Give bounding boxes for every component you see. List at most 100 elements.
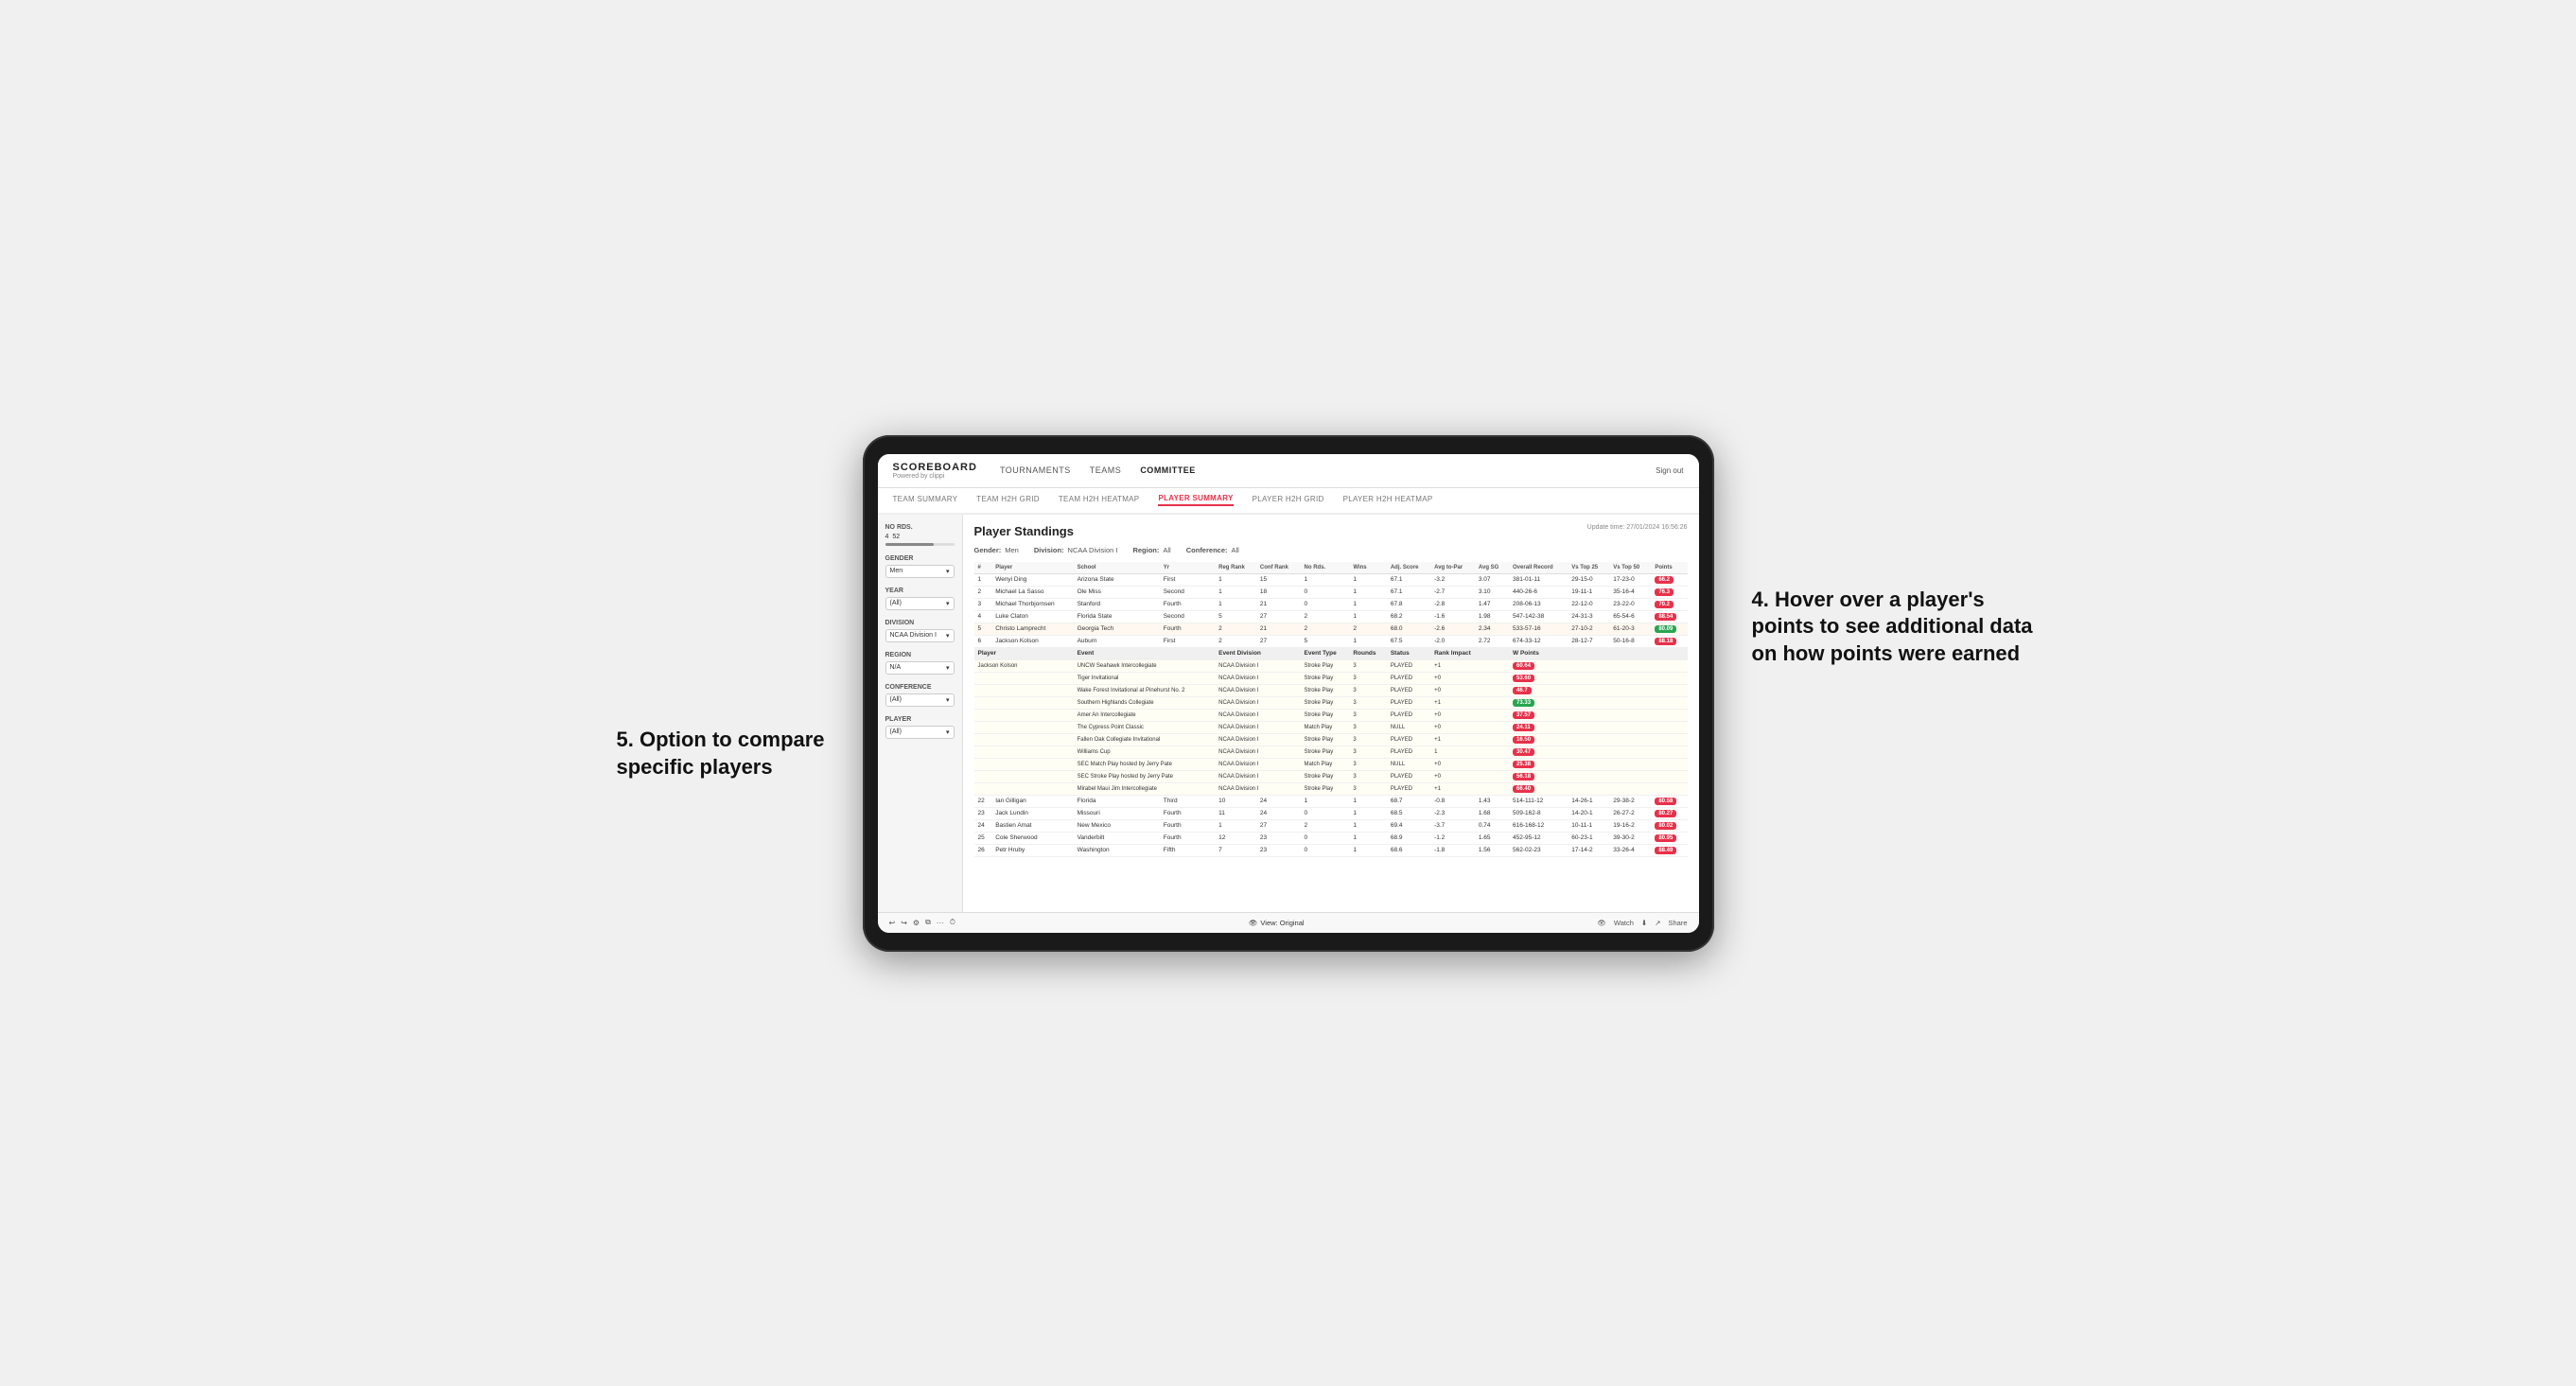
sidebar-conference-control[interactable]: (All) ▾ [885, 693, 955, 707]
share-icon: ↗ [1655, 919, 1660, 927]
col-yr: Yr [1160, 562, 1215, 574]
tooltip-w-points[interactable]: 16.50 [1513, 736, 1534, 744]
points-badge[interactable]: 76.3 [1655, 588, 1674, 596]
sign-out-link[interactable]: Sign out [1656, 466, 1683, 475]
tooltip-data-row: SEC Stroke Play hosted by Jerry Pate NCA… [974, 770, 1688, 782]
sub-nav-player-h2h-heatmap[interactable]: PLAYER H2H HEATMAP [1343, 495, 1433, 505]
view-label[interactable]: View: Original [1260, 919, 1304, 927]
nav-links: TOURNAMENTS TEAMS COMMITTEE [1000, 465, 1196, 475]
points-badge[interactable]: 70.2 [1655, 601, 1674, 608]
chevron-down-icon-year: ▾ [946, 600, 950, 607]
tooltip-w-points[interactable]: 25.38 [1513, 761, 1534, 768]
sidebar-region-label: Region [885, 652, 955, 658]
points-badge[interactable]: 88.49 [1655, 847, 1676, 854]
clock-icon[interactable]: ⏱ [950, 918, 955, 927]
tooltip-data-row: Amer An Intercollegiate NCAA Division I … [974, 709, 1688, 721]
points-badge[interactable]: 88.54 [1655, 613, 1676, 621]
settings-icon[interactable]: ⚙ [913, 919, 920, 927]
sub-nav-team-h2h-grid[interactable]: TEAM H2H GRID [976, 495, 1040, 505]
sidebar-year-control[interactable]: (All) ▾ [885, 597, 955, 610]
chevron-down-icon-division: ▾ [946, 632, 950, 640]
undo-icon[interactable]: ↩ [889, 919, 896, 927]
player-standings-table: # Player School Yr Reg Rank Conf Rank No… [974, 562, 1688, 857]
filters-row: Gender: Men Division: NCAA Division I Re… [974, 546, 1688, 554]
table-row-highlighted: 5 Christo Lamprecht Georgia Tech Fourth … [974, 623, 1688, 635]
no-rds-max: 52 [892, 534, 900, 540]
tooltip-w-points[interactable]: 37.57 [1513, 711, 1534, 719]
tooltip-data-row: Wake Forest Invitational at Pinehurst No… [974, 684, 1688, 696]
logo-area: SCOREBOARD Powered by clippi [893, 462, 977, 480]
tooltip-w-points[interactable]: 24.11 [1513, 724, 1534, 731]
filter-gender: Gender: Men [974, 546, 1019, 554]
tooltip-data-row: Williams Cup NCAA Division I Stroke Play… [974, 746, 1688, 758]
col-vs25: Vs Top 25 [1568, 562, 1609, 574]
sub-nav-team-h2h-heatmap[interactable]: TEAM H2H HEATMAP [1059, 495, 1140, 505]
sidebar-player-control[interactable]: (All) ▾ [885, 726, 955, 739]
slider-track[interactable] [885, 543, 955, 546]
tooltip-w-points[interactable]: 46.7 [1513, 687, 1532, 694]
nav-right: Sign out [1656, 466, 1683, 475]
sidebar-player-label: Player [885, 716, 955, 723]
tooltip-header-row: Player Event Event Division Event Type R… [974, 647, 1688, 659]
table-row: 25 Cole Sherwood Vanderbilt Fourth 12 23… [974, 832, 1688, 844]
table-header-row: # Player School Yr Reg Rank Conf Rank No… [974, 562, 1688, 574]
redo-icon[interactable]: ↪ [901, 919, 907, 927]
tooltip-data-row: The Cypress Point Classic NCAA Division … [974, 721, 1688, 733]
chevron-down-icon: ▾ [946, 568, 950, 575]
copy-icon[interactable]: ⧉ [925, 918, 931, 927]
table-row: 1 Wenyi Ding Arizona State First 1 15 1 … [974, 573, 1688, 586]
nav-teams[interactable]: TEAMS [1090, 465, 1122, 475]
col-avg-sg: Avg SG [1475, 562, 1509, 574]
watch-label[interactable]: Watch [1614, 919, 1634, 927]
points-badge[interactable]: 88.18 [1655, 638, 1676, 645]
nav-bar: SCOREBOARD Powered by clippi TOURNAMENTS… [878, 454, 1699, 488]
sub-nav-player-summary[interactable]: PLAYER SUMMARY [1158, 494, 1233, 506]
tooltip-w-points[interactable]: 60.64 [1513, 662, 1534, 670]
nav-committee[interactable]: COMMITTEE [1140, 465, 1196, 475]
col-rank: # [974, 562, 992, 574]
tooltip-w-points[interactable]: 30.47 [1513, 748, 1534, 756]
points-badge[interactable]: 80.27 [1655, 810, 1676, 817]
toolbar-left: ↩ ↪ ⚙ ⧉ ··· ⏱ [889, 918, 956, 927]
sidebar-conference-section: Conference (All) ▾ [885, 684, 955, 707]
tooltip-data-row: Fallen Oak Collegiate Invitational NCAA … [974, 733, 1688, 746]
sidebar-year-section: Year (All) ▾ [885, 588, 955, 610]
sidebar-region-control[interactable]: N/A ▾ [885, 661, 955, 675]
content-header: Player Standings Update time: 27/01/2024… [974, 524, 1688, 538]
col-adj-score: Adj. Score [1387, 562, 1430, 574]
sidebar-region-section: Region N/A ▾ [885, 652, 955, 675]
annotation-right: 4. Hover over a player's points to see a… [1752, 587, 2036, 668]
points-badge-highlighted[interactable]: 80.09 [1655, 625, 1676, 633]
sub-nav-player-h2h-grid[interactable]: PLAYER H2H GRID [1253, 495, 1324, 505]
tablet-frame: SCOREBOARD Powered by clippi TOURNAMENTS… [863, 435, 1714, 952]
outer-container: 5. Option to compare specific players 4.… [863, 435, 1714, 952]
more-icon[interactable]: ··· [937, 919, 944, 927]
tooltip-w-points[interactable]: 73.33 [1513, 699, 1534, 707]
download-icon[interactable]: ⬇ [1641, 919, 1647, 927]
sidebar-division-section: Division NCAA Division I ▾ [885, 620, 955, 642]
nav-tournaments[interactable]: TOURNAMENTS [1000, 465, 1071, 475]
table-row: 2 Michael La Sasso Ole Miss Second 1 18 … [974, 586, 1688, 598]
sidebar-player-section: Player (All) ▾ [885, 716, 955, 739]
tooltip-w-points[interactable]: 56.18 [1513, 773, 1534, 781]
points-badge[interactable]: 66.2 [1655, 576, 1674, 584]
chevron-down-icon-conf: ▾ [946, 696, 950, 704]
sidebar-division-control[interactable]: NCAA Division I ▾ [885, 629, 955, 642]
sidebar-gender-control[interactable]: Men ▾ [885, 565, 955, 578]
table-row: 6 Jackson Kolson Auburn First 2 27 5 1 6… [974, 635, 1688, 647]
table-row: 4 Luke Claton Florida State Second 5 27 … [974, 610, 1688, 623]
col-school: School [1074, 562, 1160, 574]
share-label[interactable]: Share [1668, 919, 1687, 927]
points-badge[interactable]: 80.95 [1655, 834, 1676, 842]
sub-nav-team-summary[interactable]: TEAM SUMMARY [893, 495, 958, 505]
filter-region: Region: All [1132, 546, 1170, 554]
points-badge[interactable]: 80.58 [1655, 798, 1676, 805]
points-badge[interactable]: 80.02 [1655, 822, 1676, 830]
slider-fill [885, 543, 934, 546]
col-vs50: Vs Top 50 [1609, 562, 1651, 574]
tooltip-w-points[interactable]: 53.60 [1513, 675, 1534, 682]
sidebar-no-rds: No Rds. 4 52 [885, 524, 955, 546]
tooltip-w-points[interactable]: 66.40 [1513, 785, 1534, 793]
sidebar-division-label: Division [885, 620, 955, 626]
toolbar-center: 👁 View: Original [1249, 919, 1305, 927]
